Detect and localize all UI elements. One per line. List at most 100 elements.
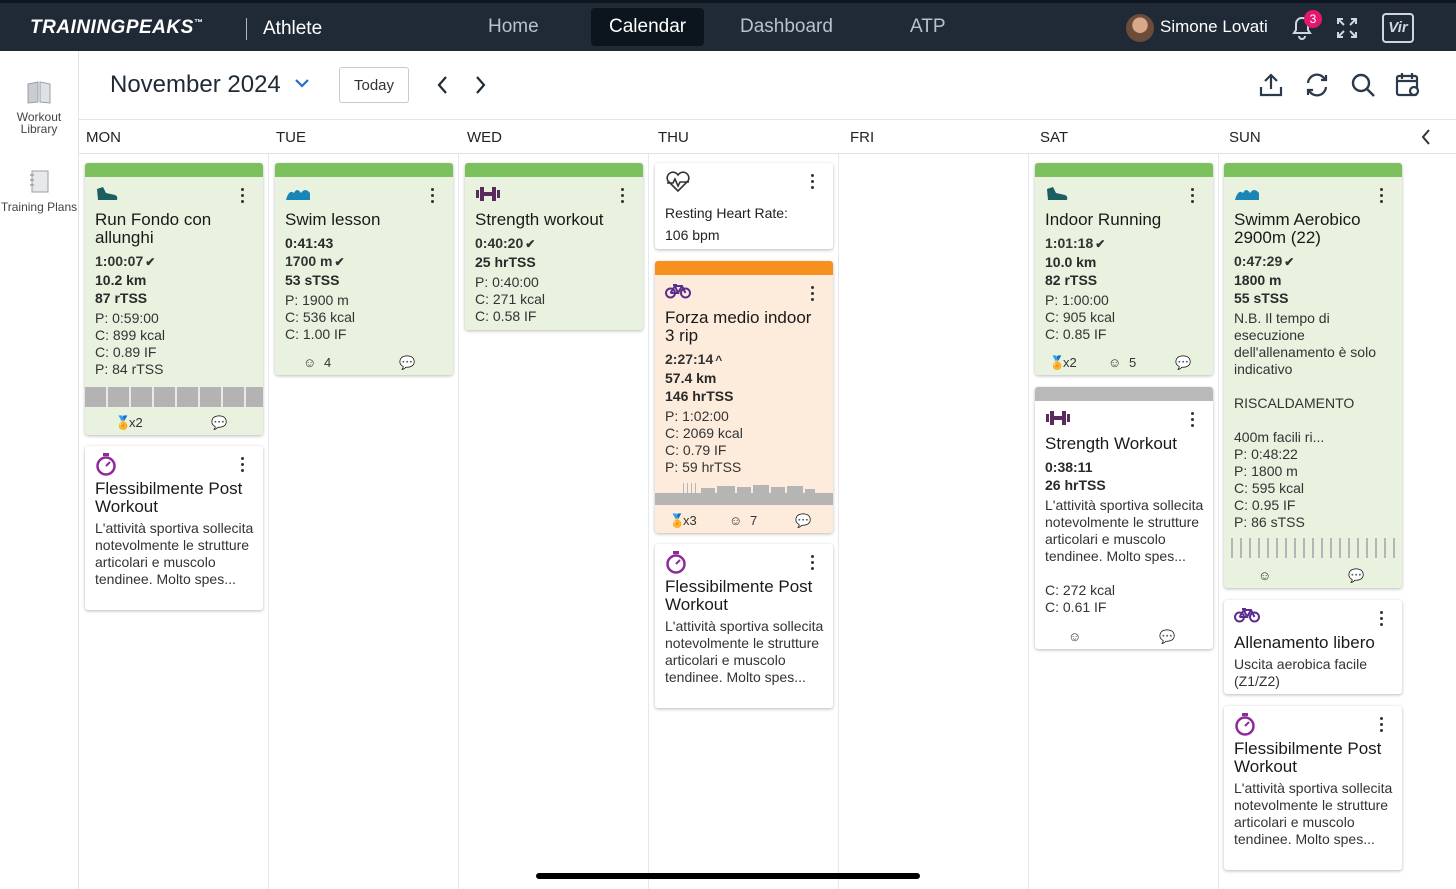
workout-stats: 0:47:29 ✔ 1800 m 55 sTSS <box>1234 252 1396 307</box>
planned-load: P: 84 rTSS <box>95 361 164 377</box>
top-nav-bar: TRAININGPEAKS™ Athlete Home Calendar Das… <box>0 0 1456 51</box>
calories: C: 536 kcal <box>285 309 356 325</box>
workout-title: Swimm Aerobico 2900m (22) <box>1234 210 1361 247</box>
planned-duration: P: 1:00:00 <box>1045 292 1109 308</box>
more-options-icon[interactable] <box>621 188 625 206</box>
workout-card-strength[interactable]: Strength workout 0:40:20 ✔ 25 hrTSS P: 0:… <box>465 163 643 330</box>
workout-card-forza-medio[interactable]: Forza medio indoor 3 rip 2:27:14 ^ 57.4 k… <box>655 261 833 533</box>
smiley-icon[interactable]: ☺ <box>1108 355 1121 370</box>
dumbbell-icon <box>476 187 500 201</box>
user-avatar[interactable] <box>1126 14 1154 42</box>
training-plans-button[interactable]: Training Plans <box>0 169 78 213</box>
workout-card-flessibilmente[interactable]: Flessibilmente Post Workout L'attività s… <box>1224 706 1402 870</box>
intensity-factor: C: 0.61 IF <box>1045 599 1107 615</box>
vir-button[interactable]: Vir <box>1382 13 1414 43</box>
user-name[interactable]: Simone Lovati <box>1160 17 1268 37</box>
chevron-right-icon[interactable] <box>475 75 487 95</box>
chevron-left-icon[interactable] <box>436 75 448 95</box>
medal-count: x2 <box>129 415 143 430</box>
calories: C: 272 kcal <box>1045 582 1116 598</box>
more-options-icon[interactable] <box>1191 412 1195 430</box>
workout-title: Flessibilmente Post Workout <box>1234 739 1382 776</box>
intensity-factor: C: 1.00 IF <box>285 326 347 342</box>
product-name: Athlete <box>263 18 323 39</box>
smiley-icon[interactable]: ☺ <box>1258 568 1271 583</box>
nav-tab-home[interactable]: Home <box>470 8 557 46</box>
intensity-factor: C: 0.95 IF <box>1234 497 1296 513</box>
more-options-icon[interactable] <box>241 457 245 475</box>
smiley-icon[interactable]: ☺ <box>1068 629 1081 644</box>
sync-icon[interactable] <box>1303 71 1331 99</box>
workout-description: L'attività sportiva sollecita notevolmen… <box>95 520 254 587</box>
workout-title: Strength workout <box>475 210 604 229</box>
planned-distance: P: 1900 m <box>285 292 349 308</box>
workout-stats: 1:01:18 ✔ 10.0 km 82 rTSS P: 1:00:00 C: 9… <box>1045 234 1207 343</box>
comments-icon[interactable]: 💬 <box>211 415 227 431</box>
smiley-icon[interactable]: ☺ <box>729 513 742 528</box>
more-options-icon[interactable] <box>1380 188 1384 206</box>
chevron-down-icon[interactable] <box>294 78 310 88</box>
today-button[interactable]: Today <box>339 67 409 103</box>
workout-card-flessibilmente[interactable]: Flessibilmente Post Workout L'attività s… <box>655 544 833 708</box>
workout-description-more: 400m facili ri... <box>1234 429 1325 445</box>
weekday-header: MON TUE WED THU FRI SAT SUN <box>79 119 1456 154</box>
workout-title: Run Fondo con allunghi <box>95 210 212 247</box>
workout-card-swim-lesson[interactable]: Swim lesson 0:41:43 1700 m ✔ 53 sTSS P: 1… <box>275 163 453 375</box>
nav-tab-dashboard[interactable]: Dashboard <box>722 8 851 46</box>
workout-title: Allenamento libero <box>1234 633 1375 652</box>
planned-distance: P: 1800 m <box>1234 463 1298 479</box>
workout-stats: 1:00:07 ✔ 10.2 km 87 rTSS P: 0:59:00 C: 8… <box>95 252 257 378</box>
comments-icon[interactable]: 💬 <box>795 513 811 529</box>
comments-icon[interactable]: 💬 <box>399 355 415 371</box>
workout-description: N.B. Il tempo di esecuzione dell'allenam… <box>1234 310 1376 377</box>
more-options-icon[interactable] <box>1380 717 1384 735</box>
intensity-factor: C: 0.58 IF <box>475 308 537 324</box>
training-load: 82 rTSS <box>1045 272 1098 288</box>
workout-graph <box>655 483 833 505</box>
workout-card-indoor-running[interactable]: Indoor Running 1:01:18 ✔ 10.0 km 82 rTSS … <box>1035 163 1213 375</box>
collapse-chevron-icon[interactable] <box>1420 128 1432 146</box>
workout-card-strength-workout[interactable]: Strength Workout 0:38:11 26 hrTSS L'atti… <box>1035 387 1213 649</box>
calendar-settings-icon[interactable] <box>1394 71 1422 99</box>
planned-duration: P: 0:40:00 <box>475 274 539 290</box>
trainingpeaks-logo[interactable]: TRAININGPEAKS™ <box>30 17 203 39</box>
bike-icon <box>665 284 691 299</box>
day-mon: MON <box>86 129 121 146</box>
card-footer: 🏅 x2 ☺ 5 💬 <box>1035 353 1213 373</box>
workout-library-button[interactable]: Workout Library <box>0 79 78 135</box>
smiley-icon[interactable]: ☺ <box>303 355 316 370</box>
comments-icon[interactable]: 💬 <box>1159 629 1175 645</box>
more-options-icon[interactable] <box>431 188 435 206</box>
completion-bar <box>85 163 263 177</box>
fullscreen-icon[interactable] <box>1335 16 1359 40</box>
comments-icon[interactable]: 💬 <box>1348 568 1364 584</box>
more-options-icon[interactable] <box>1191 188 1195 206</box>
column-divider <box>838 154 839 889</box>
running-shoe-icon <box>97 187 118 200</box>
metric-card-resting-hr[interactable]: Resting Heart Rate: 106 bpm <box>655 163 833 249</box>
more-options-icon[interactable] <box>811 174 815 192</box>
comments-icon[interactable]: 💬 <box>1175 355 1191 371</box>
workout-card-swimm-aerobico[interactable]: Swimm Aerobico 2900m (22) 0:47:29 ✔ 1800 … <box>1224 163 1402 588</box>
nav-tab-calendar[interactable]: Calendar <box>591 8 705 46</box>
more-options-icon[interactable] <box>811 555 815 573</box>
home-indicator <box>536 873 920 879</box>
workout-card-allenamento-libero[interactable]: Allenamento libero Uscita aerobica facil… <box>1224 600 1402 694</box>
month-selector[interactable]: November 2024 <box>110 71 281 99</box>
completion-bar <box>465 163 643 177</box>
feeling-count: 4 <box>324 355 332 370</box>
more-options-icon[interactable] <box>1380 611 1384 629</box>
more-options-icon[interactable] <box>241 188 245 206</box>
more-options-icon[interactable] <box>811 286 815 304</box>
intensity-factor: C: 0.89 IF <box>95 344 157 360</box>
workout-card-run-fondo[interactable]: Run Fondo con allunghi 1:00:07 ✔ 10.2 km … <box>85 163 263 435</box>
training-load: 87 rTSS <box>95 290 148 306</box>
upload-icon[interactable] <box>1257 71 1285 99</box>
nav-tab-atp[interactable]: ATP <box>892 8 964 46</box>
distance: 1800 m <box>1234 272 1282 288</box>
search-icon[interactable] <box>1349 71 1377 99</box>
workout-card-flessibilmente[interactable]: Flessibilmente Post Workout L'attività s… <box>85 446 263 610</box>
training-load: 26 hrTSS <box>1045 477 1106 493</box>
workout-title: Forza medio indoor 3 rip <box>665 308 812 345</box>
check-icon: ✔ <box>145 255 156 269</box>
